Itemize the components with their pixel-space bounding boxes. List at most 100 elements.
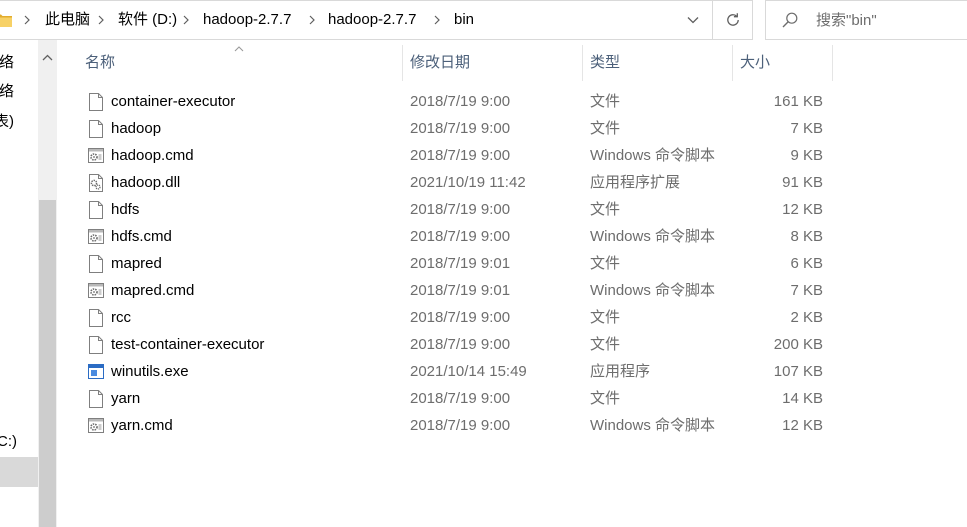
file-modified-date: 2018/7/19 9:00: [410, 201, 511, 218]
column-resize-handle[interactable]: [732, 45, 733, 81]
file-size: 12 KB: [782, 417, 823, 434]
file-icon: [88, 308, 104, 327]
address-bar[interactable]: 此电脑 软件 (D:) hadoop-2.7.7 hadoop-2.7.7 bi…: [0, 0, 713, 40]
file-modified-date: 2018/7/19 9:00: [410, 93, 511, 110]
file-row[interactable]: winutils.exe 2021/10/14 15:49 应用程序 107 KB: [80, 358, 832, 385]
file-modified-date: 2021/10/19 11:42: [410, 174, 526, 191]
nav-item-network[interactable]: 络: [0, 82, 14, 102]
file-type: Windows 命令脚本: [590, 147, 716, 164]
file-row[interactable]: hdfs 2018/7/19 9:00 文件 12 KB: [80, 196, 832, 223]
file-type: 文件: [590, 336, 621, 353]
column-header-label: 修改日期: [410, 54, 471, 71]
file-type: 应用程序扩展: [590, 174, 681, 191]
file-type: Windows 命令脚本: [590, 282, 716, 299]
file-row[interactable]: hdfs.cmd 2018/7/19 9:00 Windows 命令脚本 8 KB: [80, 223, 832, 250]
nav-item-network[interactable]: 络: [0, 53, 14, 73]
file-name: mapred.cmd: [111, 282, 195, 299]
file-row[interactable]: mapred.cmd 2018/7/19 9:01 Windows 命令脚本 7 KB: [80, 277, 832, 304]
file-size: 2 KB: [790, 309, 823, 326]
search-box[interactable]: [765, 0, 967, 40]
file-type: 文件: [590, 255, 621, 272]
column-resize-handle[interactable]: [402, 45, 403, 81]
script-file-icon: [88, 147, 104, 165]
file-modified-date: 2018/7/19 9:00: [410, 228, 511, 245]
file-row[interactable]: hadoop.dll 2021/10/19 11:42 应用程序扩展 91 KB: [80, 169, 832, 196]
file-icon: [88, 92, 104, 111]
file-row[interactable]: rcc 2018/7/19 9:00 文件 2 KB: [80, 304, 832, 331]
breadcrumb-item-drive-d[interactable]: 软件 (D:): [118, 1, 177, 39]
column-resize-handle[interactable]: [832, 45, 833, 81]
nav-item-label: 络: [0, 83, 14, 100]
column-header-type[interactable]: 类型: [582, 45, 732, 81]
nav-scroll-up-button[interactable]: [38, 46, 57, 66]
file-modified-date: 2021/10/14 15:49: [410, 363, 527, 380]
file-row[interactable]: yarn 2018/7/19 9:00 文件 14 KB: [80, 385, 832, 412]
file-name: rcc: [111, 309, 131, 326]
file-row[interactable]: container-executor 2018/7/19 9:00 文件 161 KB: [80, 88, 832, 115]
column-header-size[interactable]: 大小: [732, 45, 832, 81]
file-type: 文件: [590, 120, 621, 137]
breadcrumb-item-hadoop-outer[interactable]: hadoop-2.7.7: [203, 1, 291, 39]
file-icon: [88, 389, 104, 408]
breadcrumb-separator-chevron-right-icon[interactable]: [434, 15, 440, 25]
address-history-dropdown-button[interactable]: [683, 1, 703, 39]
file-size: 91 KB: [782, 174, 823, 191]
breadcrumb-item-bin[interactable]: bin: [454, 1, 474, 39]
file-size: 9 KB: [790, 147, 823, 164]
file-size: 14 KB: [782, 390, 823, 407]
file-size: 161 KB: [773, 93, 823, 110]
script-file-icon: [88, 228, 104, 246]
refresh-button[interactable]: [712, 0, 753, 40]
file-modified-date: 2018/7/19 9:01: [410, 282, 511, 299]
breadcrumb-item-hadoop-inner[interactable]: hadoop-2.7.7: [328, 1, 416, 39]
file-icon: [88, 119, 104, 138]
breadcrumb-separator-chevron-right-icon[interactable]: [24, 15, 30, 25]
file-row[interactable]: hadoop 2018/7/19 9:00 文件 7 KB: [80, 115, 832, 142]
file-name: hadoop.dll: [111, 174, 181, 191]
file-name: winutils.exe: [111, 363, 189, 380]
column-resize-handle[interactable]: [582, 45, 583, 81]
search-input[interactable]: [816, 1, 966, 39]
file-row[interactable]: hadoop.cmd 2018/7/19 9:00 Windows 命令脚本 9 KB: [80, 142, 832, 169]
column-header-label: 大小: [740, 54, 771, 71]
breadcrumb-separator-chevron-right-icon[interactable]: [98, 15, 104, 25]
script-file-icon: [88, 282, 104, 300]
column-header-label: 名称: [85, 54, 116, 71]
file-name: yarn: [111, 390, 141, 407]
file-name: hadoop.cmd: [111, 147, 194, 164]
nav-scrollbar-thumb[interactable]: [39, 200, 56, 527]
file-name: hdfs: [111, 201, 140, 218]
sort-ascending-icon: [234, 46, 244, 52]
nav-item-label: 表): [0, 113, 14, 130]
file-row[interactable]: yarn.cmd 2018/7/19 9:00 Windows 命令脚本 12 KB: [80, 412, 832, 439]
script-file-icon: [88, 417, 104, 435]
file-size: 107 KB: [773, 363, 823, 380]
file-name: yarn.cmd: [111, 417, 173, 434]
breadcrumb-separator-chevron-right-icon[interactable]: [309, 15, 315, 25]
exe-file-icon: [88, 363, 104, 381]
column-header-date-modified[interactable]: 修改日期: [402, 45, 582, 81]
file-modified-date: 2018/7/19 9:00: [410, 309, 511, 326]
file-modified-date: 2018/7/19 9:00: [410, 147, 511, 164]
file-row[interactable]: test-container-executor 2018/7/19 9:00 文件 2…: [80, 331, 832, 358]
file-type: Windows 命令脚本: [590, 417, 716, 434]
file-name: test-container-executor: [111, 336, 265, 353]
file-row[interactable]: mapred 2018/7/19 9:01 文件 6 KB: [80, 250, 832, 277]
nav-item-label: 络: [0, 54, 14, 71]
file-type: 应用程序: [590, 363, 651, 380]
nav-item-list[interactable]: 表): [0, 112, 14, 132]
nav-item-selected[interactable]: [0, 457, 38, 487]
breadcrumb-separator-chevron-right-icon[interactable]: [183, 15, 189, 25]
file-name: hadoop: [111, 120, 162, 137]
file-size: 7 KB: [790, 120, 823, 137]
file-modified-date: 2018/7/19 9:01: [410, 255, 511, 272]
file-icon: [88, 254, 104, 273]
file-name: mapred: [111, 255, 162, 272]
file-modified-date: 2018/7/19 9:00: [410, 336, 511, 353]
nav-item-drive-c[interactable]: C:): [0, 432, 17, 452]
file-modified-date: 2018/7/19 9:00: [410, 120, 511, 137]
file-modified-date: 2018/7/19 9:00: [410, 390, 511, 407]
file-type: 文件: [590, 201, 621, 218]
file-name: container-executor: [111, 93, 236, 110]
breadcrumb-item-this-pc[interactable]: 此电脑: [45, 1, 90, 39]
